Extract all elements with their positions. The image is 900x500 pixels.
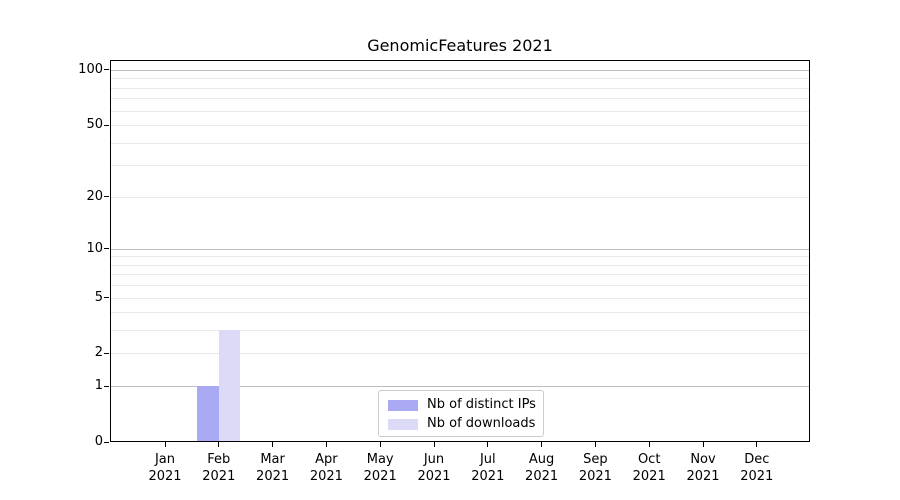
y-tick-mark	[104, 441, 109, 443]
minor-gridline	[111, 256, 809, 258]
x-tick-mark	[218, 442, 220, 447]
legend-swatch-downloads	[388, 418, 418, 430]
y-tick-label: 0	[94, 434, 103, 449]
minor-gridline	[111, 264, 809, 266]
x-tick-mark	[594, 442, 596, 447]
y-tick-label: 2	[94, 345, 103, 361]
minor-gridline	[111, 98, 809, 100]
minor-gridline	[111, 274, 809, 276]
x-tick-mark	[272, 442, 274, 447]
x-tick-mark	[702, 442, 704, 447]
major-gridline	[111, 248, 809, 250]
legend-label-distinct-ips: Nb of distinct IPs	[427, 397, 536, 412]
x-tick-label: Dec 2021	[740, 452, 774, 484]
x-tick-mark	[756, 442, 758, 447]
minor-gridline	[111, 196, 809, 198]
x-tick-mark	[433, 442, 435, 447]
y-tick-mark	[104, 385, 109, 387]
minor-gridline	[111, 285, 809, 287]
y-tick-label: 20	[86, 188, 103, 204]
minor-gridline	[111, 142, 809, 144]
bar-nb-of-downloads-feb-2021	[218, 330, 241, 442]
y-tick-mark	[104, 297, 109, 299]
legend-entry-downloads: Nb of downloads	[388, 416, 535, 432]
plot-area	[110, 60, 810, 442]
x-tick-mark	[379, 442, 381, 447]
y-tick-label: 10	[86, 240, 103, 256]
y-tick-label: 100	[78, 61, 103, 77]
minor-gridline	[111, 312, 809, 314]
minor-gridline	[111, 110, 809, 112]
y-tick-label: 5	[94, 289, 103, 305]
chart-title: GenomicFeatures 2021	[367, 36, 553, 55]
legend-entry-distinct-ips: Nb of distinct IPs	[388, 397, 536, 413]
x-tick-mark	[325, 442, 327, 447]
y-tick-label: 50	[86, 117, 103, 133]
legend-label-downloads: Nb of downloads	[427, 416, 536, 431]
y-tick-mark	[104, 124, 109, 126]
y-tick-mark	[104, 196, 109, 198]
x-tick-mark	[648, 442, 650, 447]
minor-gridline	[111, 87, 809, 89]
x-tick-mark	[164, 442, 166, 447]
minor-gridline	[111, 165, 809, 167]
x-tick-mark	[541, 442, 543, 447]
y-tick-label: 1	[94, 378, 103, 394]
y-tick-mark	[104, 69, 109, 71]
y-tick-mark	[104, 352, 109, 354]
minor-gridline	[111, 353, 809, 355]
y-tick-mark	[104, 248, 109, 250]
bar-nb-of-distinct-ips-feb-2021	[197, 386, 219, 442]
legend: Nb of distinct IPs Nb of downloads	[378, 390, 544, 437]
minor-gridline	[111, 125, 809, 127]
x-tick-mark	[487, 442, 489, 447]
minor-gridline	[111, 330, 809, 332]
chart-figure: GenomicFeatures 2021 Nb of distinct IPs …	[0, 0, 900, 500]
minor-gridline	[111, 297, 809, 299]
major-gridline	[111, 69, 809, 71]
minor-gridline	[111, 78, 809, 80]
legend-swatch-distinct-ips	[388, 399, 418, 411]
